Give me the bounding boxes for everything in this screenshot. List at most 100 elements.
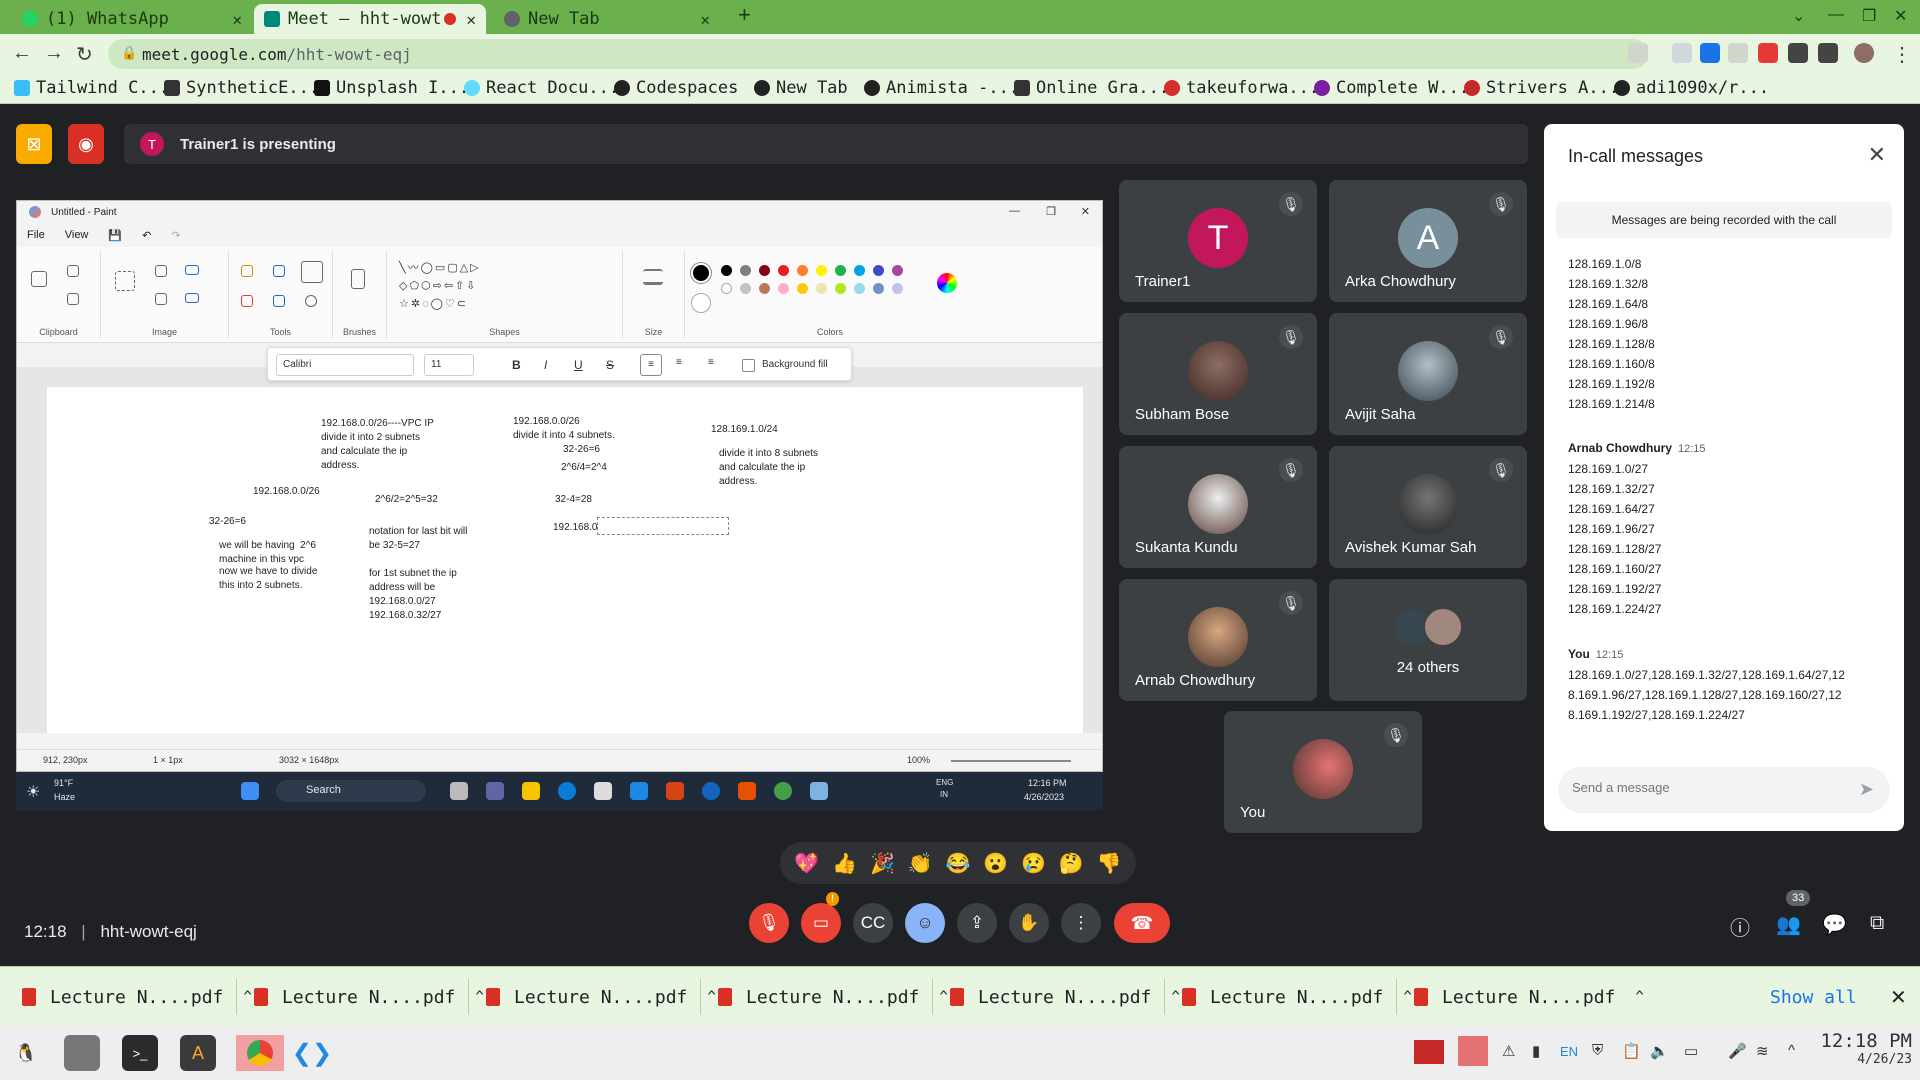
tab-whatsapp[interactable]: (1) WhatsApp ✕ [12, 4, 252, 34]
reaction-clap[interactable]: 👏 [908, 851, 933, 876]
activities-icon[interactable]: ⧉ [1870, 912, 1884, 935]
download-item[interactable]: Lecture N....pdf ^ [718, 977, 948, 1017]
participant-tile[interactable]: A 🎙 Arka Chowdhury [1329, 180, 1527, 302]
profile-avatar[interactable] [1854, 43, 1874, 63]
download-item[interactable]: Lecture N....pdf ^ [1414, 977, 1644, 1017]
reaction-sad[interactable]: 😢 [1021, 851, 1046, 876]
extension-icon[interactable] [1758, 43, 1778, 63]
app-icon[interactable]: A [180, 1035, 216, 1071]
new-tab-button[interactable]: + [738, 2, 751, 28]
captions-button[interactable]: CC [853, 903, 893, 943]
bookmark-item[interactable]: Strivers A... [1464, 78, 1619, 98]
terminal-icon[interactable]: >_ [122, 1035, 158, 1071]
chevron-up-icon[interactable]: ^ [243, 989, 251, 1005]
more-options-button[interactable]: ⋮ [1061, 903, 1101, 943]
reaction-surprised[interactable]: 😮 [983, 851, 1008, 876]
bookmark-item[interactable]: Unsplash I... [314, 78, 469, 98]
side-panel-icon[interactable] [1818, 43, 1838, 63]
clipboard-icon[interactable]: 📋 [1622, 1042, 1641, 1060]
participant-tile[interactable]: 🎙 Subham Bose [1119, 313, 1317, 435]
linux-penguin-icon[interactable]: 🐧 [8, 1035, 44, 1071]
chevron-up-icon[interactable]: ^ [1788, 1042, 1795, 1059]
app-icon[interactable] [1414, 1040, 1444, 1064]
reaction-thinking[interactable]: 🤔 [1059, 851, 1084, 876]
tab-new-tab[interactable]: New Tab ✕ [494, 4, 720, 34]
participant-tile[interactable]: 🎙 Arnab Chowdhury [1119, 579, 1317, 701]
tab-meet[interactable]: Meet – hht-wowt ✕ [254, 4, 486, 34]
chevron-up-icon[interactable]: ^ [1171, 989, 1179, 1005]
bookmark-item[interactable]: SyntheticE... [164, 78, 319, 98]
chevron-up-icon[interactable]: ^ [475, 989, 483, 1005]
present-button[interactable]: ⇪ [957, 903, 997, 943]
extensions-puzzle-icon[interactable] [1788, 43, 1808, 63]
shield-icon[interactable]: ⛨ [1592, 1042, 1603, 1059]
notification-icon[interactable]: ⚠ [1502, 1042, 1515, 1060]
bookmark-item[interactable]: Online Gra... [1014, 78, 1169, 98]
bookmark-item[interactable]: New Tab [754, 78, 848, 98]
stop-presenting-icon[interactable]: ⊠ [16, 124, 52, 164]
chevron-up-icon[interactable]: ^ [1403, 989, 1411, 1005]
participant-tile[interactable]: 🎙 Avijit Saha [1329, 313, 1527, 435]
info-icon[interactable]: ⓘ [1730, 912, 1750, 941]
download-item[interactable]: Lecture N....pdf ^ [486, 977, 716, 1017]
close-window-icon[interactable]: ✕ [1894, 6, 1907, 26]
chat-icon[interactable]: 💬 [1822, 912, 1847, 937]
vscode-icon[interactable]: ❮❯ [292, 1035, 332, 1071]
lang-indicator[interactable]: EN [1560, 1044, 1578, 1059]
reaction-heart[interactable]: 💖 [794, 851, 819, 876]
maximize-icon[interactable]: ❐ [1862, 6, 1876, 26]
camera-off-button[interactable]: ▭ [801, 903, 841, 943]
minimize-icon[interactable]: — [1828, 6, 1844, 24]
reaction-party[interactable]: 🎉 [870, 851, 895, 876]
forward-icon[interactable]: → [44, 42, 64, 65]
mic-off-button[interactable]: 🎙 [749, 903, 789, 943]
window-icon[interactable]: ▮ [1532, 1042, 1540, 1060]
bookmark-item[interactable]: Codespaces [614, 78, 738, 98]
send-icon[interactable]: ➤ [1859, 779, 1874, 800]
chrome-icon[interactable] [236, 1035, 284, 1071]
reaction-laugh[interactable]: 😂 [945, 851, 970, 876]
chevron-up-icon[interactable]: ^ [1635, 989, 1643, 1005]
participant-tile[interactable]: T 🎙 Trainer1 [1119, 180, 1317, 302]
reactions-button[interactable]: ☺ [905, 903, 945, 943]
extension-icon[interactable] [1672, 43, 1692, 63]
close-icon[interactable]: ✕ [700, 10, 710, 29]
people-icon[interactable]: 👥 [1776, 912, 1801, 937]
wifi-icon[interactable]: ≋ [1756, 1042, 1769, 1060]
app-icon[interactable] [1458, 1036, 1488, 1066]
volume-icon[interactable]: 🔈 [1650, 1042, 1669, 1060]
self-tile[interactable]: 🎙 You [1224, 711, 1422, 833]
download-item[interactable]: Lecture N....pdf ^ [950, 977, 1180, 1017]
mic-icon[interactable]: 🎤 [1728, 1042, 1747, 1060]
back-icon[interactable]: ← [12, 42, 32, 65]
show-all-button[interactable]: Show all [1770, 987, 1857, 1008]
close-icon[interactable]: ✕ [1890, 985, 1907, 1010]
camera-blocked-icon[interactable] [1628, 43, 1648, 63]
bookmark-item[interactable]: adi1090x/r... [1614, 78, 1769, 98]
chat-input[interactable] [1572, 780, 1832, 795]
tab-search-icon[interactable]: ⌄ [1792, 6, 1805, 26]
close-icon[interactable]: ✕ [232, 10, 242, 29]
extension-icon[interactable] [1728, 43, 1748, 63]
reaction-thumbs-up[interactable]: 👍 [832, 851, 857, 876]
download-item[interactable]: Lecture N....pdf ^ [1182, 977, 1412, 1017]
participant-tile[interactable]: 🎙 Avishek Kumar Sah [1329, 446, 1527, 568]
download-item[interactable]: Lecture N....pdf ^ [22, 977, 252, 1017]
download-item[interactable]: Lecture N....pdf ^ [254, 977, 484, 1017]
bookmark-item[interactable]: React Docu... [464, 78, 619, 98]
file-manager-icon[interactable] [64, 1035, 100, 1071]
close-icon[interactable]: ✕ [466, 10, 476, 29]
reload-icon[interactable]: ↻ [76, 42, 93, 67]
recording-indicator-icon[interactable]: ◉ [68, 124, 104, 164]
others-tile[interactable]: 24 others [1329, 579, 1527, 701]
chevron-up-icon[interactable]: ^ [939, 989, 947, 1005]
bookmark-item[interactable]: Tailwind C... [14, 78, 169, 98]
os-clock[interactable]: 12:18 PM 4/26/23 [1818, 1030, 1912, 1067]
bookmark-item[interactable]: Complete W... [1314, 78, 1469, 98]
close-icon[interactable]: ✕ [1868, 142, 1886, 168]
raise-hand-button[interactable]: ✋ [1009, 903, 1049, 943]
address-bar[interactable]: 🔒 meet.google.com/hht-wowt-eqj [108, 39, 1648, 69]
extension-icon[interactable] [1700, 43, 1720, 63]
participant-tile[interactable]: 🎙 Sukanta Kundu [1119, 446, 1317, 568]
chevron-up-icon[interactable]: ^ [707, 989, 715, 1005]
